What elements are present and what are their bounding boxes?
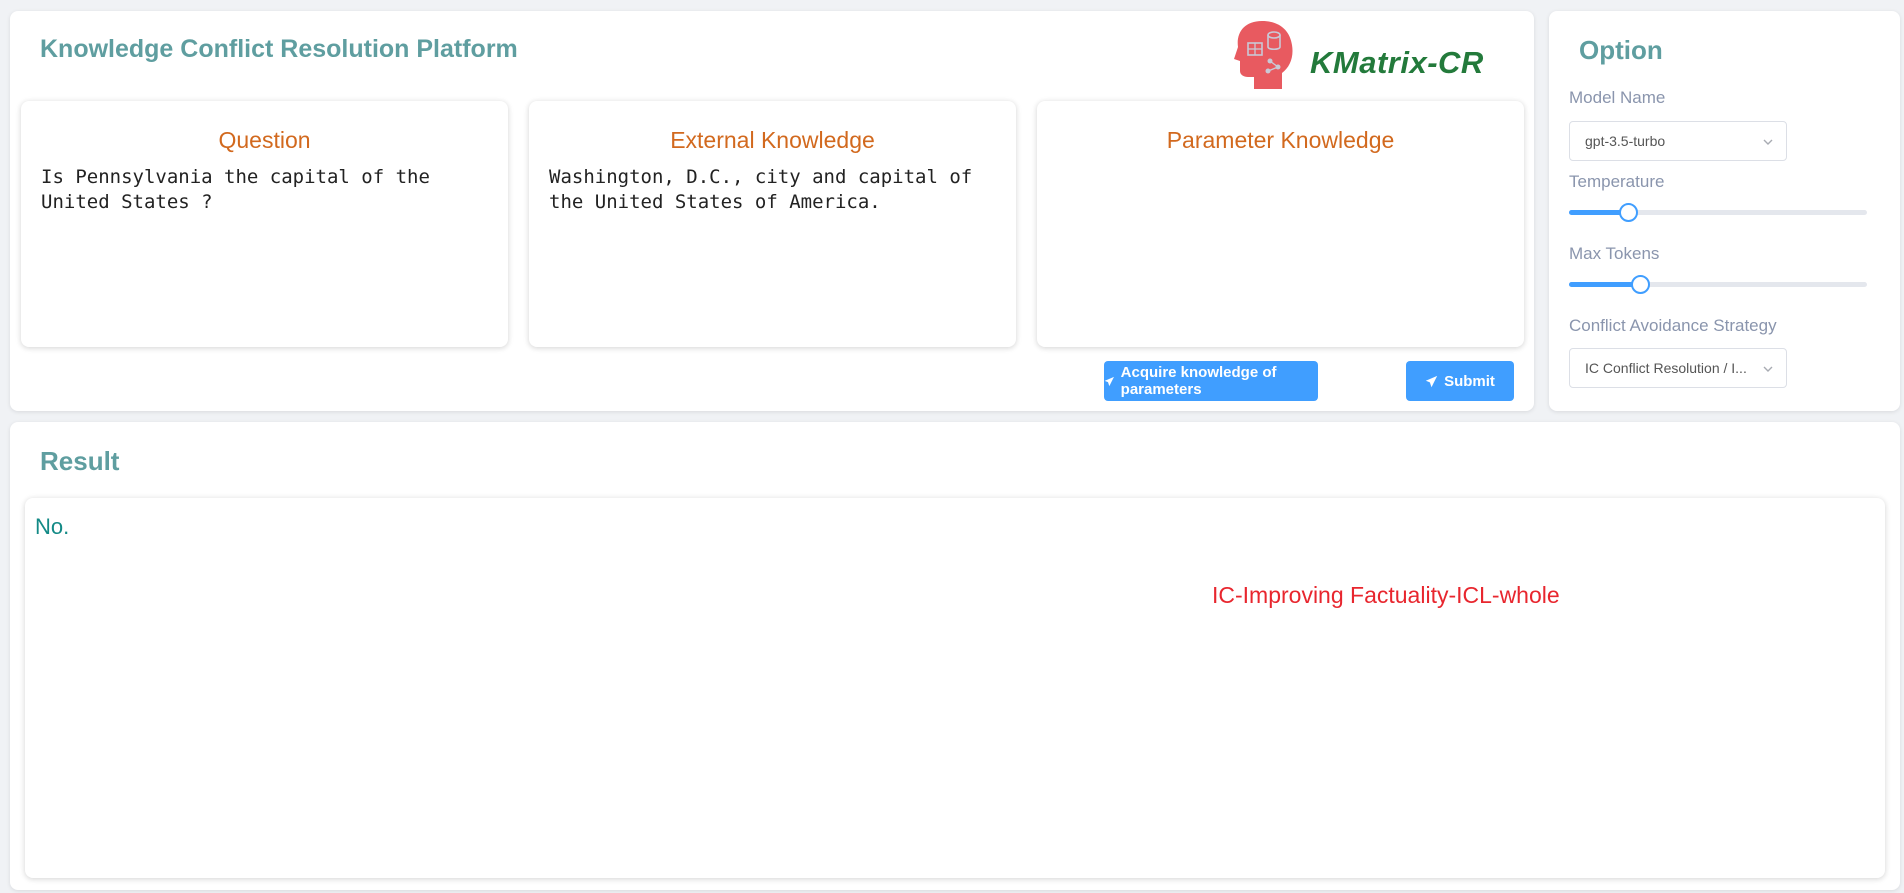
strategy-select[interactable]: IC Conflict Resolution / I... [1569,348,1787,388]
model-name-label: Model Name [1569,88,1666,107]
main-card: Knowledge Conflict Resolution Platform K… [10,11,1534,411]
option-title: Option [1579,35,1663,65]
result-title: Result [40,446,120,476]
model-name-select[interactable]: gpt-3.5-turbo [1569,121,1787,161]
send-icon [1425,375,1438,387]
question-panel[interactable]: Question Is Pennsylvania the capital of … [21,101,508,347]
max-tokens-label: Max Tokens [1569,244,1660,263]
parameter-knowledge-panel[interactable]: Parameter Knowledge [1037,101,1524,347]
external-knowledge-input[interactable]: Washington, D.C., city and capital of th… [549,165,998,215]
external-knowledge-title: External Knowledge [670,127,875,153]
slider-fill [1569,282,1641,287]
strategy-tag: IC-Improving Factuality-ICL-whole [1212,582,1560,608]
strategy-value: IC Conflict Resolution / I... [1585,360,1747,376]
slider-thumb[interactable] [1618,203,1638,222]
max-tokens-slider[interactable] [1569,274,1867,294]
strategy-label: Conflict Avoidance Strategy [1569,316,1777,335]
acquire-knowledge-label: Acquire knowledge of parameters [1120,364,1277,398]
result-output: No. IC-Improving Factuality-ICL-whole [25,498,1885,878]
option-card: Option Model Name gpt-3.5-turbo Temperat… [1549,11,1900,411]
result-card: Result No. IC-Improving Factuality-ICL-w… [10,422,1900,890]
question-title: Question [218,127,311,153]
submit-button[interactable]: Submit [1406,361,1514,401]
acquire-knowledge-button[interactable]: Acquire knowledge of parameters [1104,361,1318,401]
model-name-value: gpt-3.5-turbo [1585,133,1666,149]
slider-thumb[interactable] [1630,275,1650,294]
logo-text: KMatrix-CR [1310,45,1484,80]
brain-head-icon [1234,21,1293,89]
temperature-slider[interactable] [1569,202,1867,222]
chevron-down-icon [1763,366,1773,372]
page-title: Knowledge Conflict Resolution Platform [40,35,518,63]
parameter-knowledge-title: Parameter Knowledge [1166,127,1395,153]
chevron-down-icon [1763,139,1773,145]
submit-label: Submit [1444,372,1495,390]
temperature-label: Temperature [1569,172,1665,191]
external-knowledge-panel[interactable]: External Knowledge Washington, D.C., cit… [529,101,1016,347]
question-input[interactable]: Is Pennsylvania the capital of the Unite… [41,165,490,215]
logo: KMatrix-CR [1232,17,1492,91]
answer-text: No. [35,514,70,539]
send-icon [1104,376,1114,386]
